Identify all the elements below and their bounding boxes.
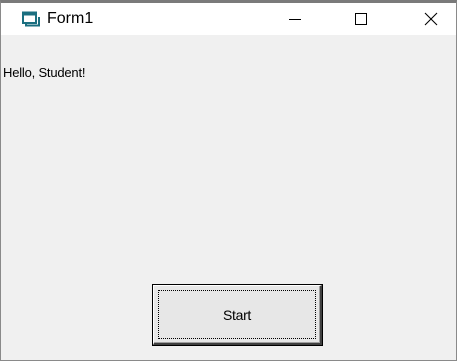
form-window-icon — [22, 11, 40, 27]
form-client-area: Hello, Student! Start — [1, 35, 456, 359]
close-button[interactable] — [408, 3, 454, 35]
minimize-icon — [289, 19, 301, 20]
form-window: Form1 Hello, Student! Start — [0, 0, 457, 361]
minimize-button[interactable] — [272, 3, 318, 35]
focus-rectangle: Start — [158, 290, 316, 339]
start-button[interactable]: Start — [153, 285, 322, 345]
window-title: Form1 — [47, 10, 94, 27]
maximize-button[interactable] — [338, 3, 384, 35]
title-bar[interactable]: Form1 — [1, 3, 456, 35]
maximize-icon — [355, 13, 367, 25]
close-icon — [424, 12, 438, 26]
start-button-label: Start — [222, 306, 252, 323]
greeting-label: Hello, Student! — [3, 65, 86, 80]
